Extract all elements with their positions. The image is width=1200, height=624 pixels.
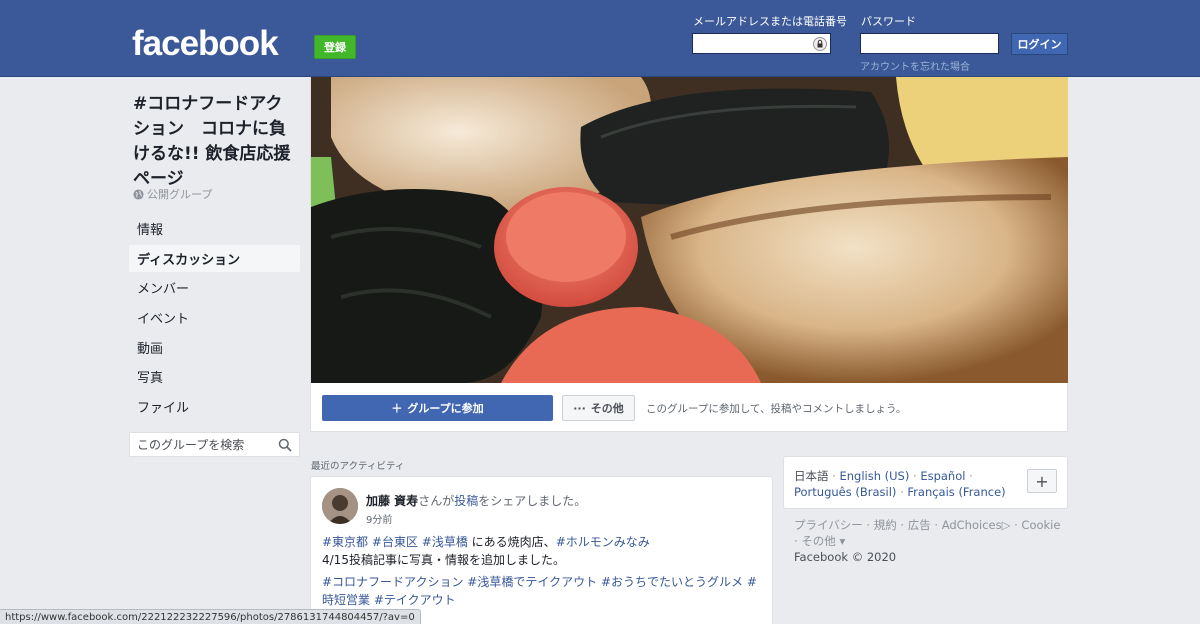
join-prompt: このグループに参加して、投稿やコメントしましょう。 (646, 403, 907, 415)
language-link[interactable]: Français (France) (907, 485, 1005, 499)
lock-icon (813, 37, 827, 51)
password-field[interactable] (860, 33, 999, 54)
add-language-button[interactable]: + (1027, 469, 1057, 493)
current-language: 日本語 (794, 469, 829, 483)
adchoices-icon: ▷ (1001, 518, 1011, 532)
nav-item-photos[interactable]: 写真 (129, 363, 300, 390)
nav-item-events[interactable]: イベント (129, 304, 300, 331)
footer-link-more[interactable]: その他 (801, 534, 836, 548)
avatar[interactable] (322, 488, 358, 524)
hashtag-link[interactable]: #ホルモンみなみ (556, 535, 650, 549)
browser-status-bar: https://www.facebook.com/222122232227596… (0, 609, 421, 624)
post-action-prefix: さんが (418, 494, 455, 508)
language-link[interactable]: English (US) (839, 469, 909, 483)
recent-activity-heading: 最近のアクティビティ (311, 461, 405, 472)
join-group-button[interactable]: ＋ グループに参加 (322, 395, 553, 421)
nav-item-discussion[interactable]: ディスカッション (129, 244, 300, 272)
post-shared-link[interactable]: 投稿 (454, 494, 478, 508)
signup-button[interactable]: 登録 (314, 35, 356, 59)
search-icon[interactable] (278, 438, 292, 452)
post-header: 加藤 資寿さんが投稿をシェアしました。 (366, 492, 586, 509)
group-search (129, 432, 300, 457)
nav-item-about[interactable]: 情報 (129, 215, 300, 242)
email-label: メールアドレスまたは電話番号 (693, 15, 847, 28)
nav-item-videos[interactable]: 動画 (129, 334, 300, 361)
cover-photo-image (311, 77, 1068, 383)
copyright: Facebook © 2020 (794, 550, 897, 564)
post-line2: 4/15投稿記事に写真・情報を追加しました。 (322, 553, 565, 567)
hashtag-link[interactable]: #東京都 (322, 535, 368, 549)
nav-item-files[interactable]: ファイル (129, 393, 300, 420)
post-body: #東京都 #台東区 #浅草橋 にある焼肉店、#ホルモンみなみ 4/15投稿記事に… (322, 533, 767, 609)
login-button[interactable]: ログイン (1011, 33, 1068, 55)
footer-link-privacy[interactable]: プライバシー (794, 518, 863, 532)
hashtag-link[interactable]: #おうちでたいとうグルメ (601, 575, 743, 589)
post-line1: #東京都 #台東区 #浅草橋 にある焼肉店、#ホルモンみなみ (322, 533, 767, 551)
group-privacy: 公開グループ (133, 186, 212, 202)
more-button[interactable]: ··· その他 (562, 395, 635, 421)
group-nav: 情報 ディスカッション メンバー イベント 動画 写真 ファイル (129, 215, 300, 423)
footer-link-ads[interactable]: 広告 (908, 518, 931, 532)
hashtag-link[interactable]: #台東区 (372, 535, 418, 549)
hashtag-link[interactable]: #コロナフードアクション (322, 575, 463, 589)
post-card: 加藤 資寿さんが投稿をシェアしました。 9分前 #東京都 #台東区 #浅草橋 に… (310, 476, 773, 624)
more-dots-icon: ··· (573, 401, 586, 415)
group-type-label: 公開グループ (147, 188, 213, 201)
email-field[interactable] (692, 33, 831, 54)
plus-icon: ＋ (391, 402, 403, 415)
forgot-account-link[interactable]: アカウントを忘れた場合 (860, 58, 970, 73)
language-card: 日本語 · English (US) · Español · Português… (783, 456, 1068, 509)
footer-links: プライバシー · 規約 · 広告 · AdChoices▷ · Cookie ·… (794, 518, 1061, 548)
top-bar: facebook 登録 メールアドレスまたは電話番号 パスワード ログイン アカ… (0, 0, 1200, 77)
cover-photo[interactable] (311, 77, 1068, 383)
facebook-logo[interactable]: facebook (132, 24, 279, 64)
post-location-text: にある焼肉店、 (471, 535, 556, 549)
post-action-suffix: をシェアしました。 (478, 494, 587, 508)
language-link[interactable]: Español (920, 469, 965, 483)
group-search-input[interactable] (130, 433, 270, 456)
cover-card: ＋ グループに参加 ··· その他 このグループに参加して、投稿やコメントしまし… (310, 77, 1068, 432)
footer-link-adchoices[interactable]: AdChoices (942, 518, 1002, 532)
password-label: パスワード (861, 15, 916, 28)
post-tags: #コロナフードアクション #浅草橋でテイクアウト #おうちでたいとうグルメ #時… (322, 573, 767, 609)
post-timestamp[interactable]: 9分前 (366, 511, 392, 526)
footer-link-terms[interactable]: 規約 (874, 518, 897, 532)
hashtag-link[interactable]: #浅草橋でテイクアウト (467, 575, 597, 589)
more-label: その他 (590, 402, 624, 415)
plus-icon: + (1035, 471, 1049, 491)
globe-icon (133, 188, 144, 200)
hashtag-link[interactable]: #テイクアウト (374, 593, 456, 607)
language-link[interactable]: Português (Brasil) (794, 485, 896, 499)
language-list: 日本語 · English (US) · Español · Português… (794, 469, 1006, 499)
avatar-image (322, 488, 358, 524)
join-group-label: グループに参加 (407, 402, 484, 415)
hashtag-link[interactable]: #浅草橋 (422, 535, 468, 549)
group-title[interactable]: #コロナフードアクション コロナに負けるな!! 飲食店応援ページ (133, 92, 298, 192)
post-author[interactable]: 加藤 資寿 (366, 494, 418, 508)
chevron-down-icon: ▾ (835, 534, 846, 548)
nav-item-members[interactable]: メンバー (129, 274, 300, 301)
footer-link-cookie[interactable]: Cookie (1021, 518, 1060, 532)
